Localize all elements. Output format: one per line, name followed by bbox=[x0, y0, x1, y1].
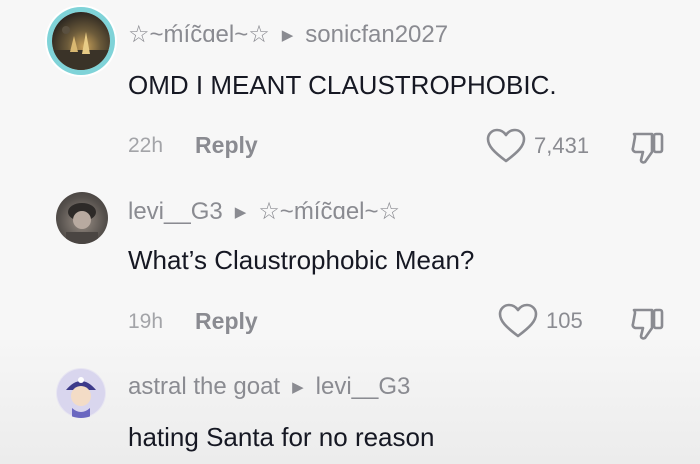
comment-text: What’s Claustrophobic Mean? bbox=[128, 245, 475, 275]
comment-header: levi__G3 ▶ ☆~ḿíc̃ɑel~☆ bbox=[128, 197, 400, 226]
comment-username[interactable]: astral the goat bbox=[128, 373, 280, 401]
comment-reply-to[interactable]: levi__G3 bbox=[316, 373, 411, 401]
caret-right-icon: ▶ bbox=[281, 26, 294, 44]
comment-meta: 22h Reply bbox=[128, 132, 258, 159]
comment-thread: ☆~ḿíc̃ɑel~☆ ▶ sonicfan2027 OMD I MEANT C… bbox=[0, 0, 700, 464]
caret-right-icon: ▶ bbox=[292, 379, 304, 396]
comment-meta: 19h Reply bbox=[128, 308, 258, 335]
comment-header: astral the goat ▶ levi__G3 bbox=[128, 373, 410, 401]
comment-text: OMD I MEANT CLAUSTROPHOBIC. bbox=[128, 70, 557, 100]
comment-username[interactable]: levi__G3 bbox=[128, 198, 223, 226]
reply-button[interactable]: Reply bbox=[195, 308, 258, 335]
like-button[interactable]: 7,431 bbox=[486, 128, 589, 164]
comment-reply-to[interactable]: sonicfan2027 bbox=[305, 21, 448, 49]
avatar-image bbox=[52, 26, 110, 70]
avatar[interactable] bbox=[56, 192, 108, 244]
comment-time: 22h bbox=[128, 133, 164, 157]
heart-icon bbox=[486, 128, 526, 163]
reply-button[interactable]: Reply bbox=[195, 132, 258, 159]
comment-reply-to[interactable]: ☆~ḿíc̃ɑel~☆ bbox=[258, 197, 400, 226]
thumbs-down-icon[interactable] bbox=[628, 128, 668, 168]
like-count: 7,431 bbox=[534, 133, 590, 158]
avatar-image bbox=[66, 203, 98, 244]
comment-username[interactable]: ☆~ḿíc̃ɑel~☆ bbox=[128, 20, 270, 49]
thumbs-down-icon[interactable] bbox=[628, 304, 668, 344]
avatar[interactable] bbox=[56, 368, 106, 418]
comment-time: 19h bbox=[128, 309, 164, 333]
like-button[interactable]: 105 bbox=[498, 303, 583, 339]
comment-header: ☆~ḿíc̃ɑel~☆ ▶ sonicfan2027 bbox=[128, 20, 448, 49]
like-count: 105 bbox=[546, 308, 583, 333]
heart-icon bbox=[498, 303, 538, 338]
avatar-image bbox=[57, 369, 105, 418]
comment-text: hating Santa for no reason bbox=[128, 422, 435, 452]
caret-right-icon: ▶ bbox=[234, 203, 247, 221]
avatar[interactable] bbox=[52, 12, 110, 70]
